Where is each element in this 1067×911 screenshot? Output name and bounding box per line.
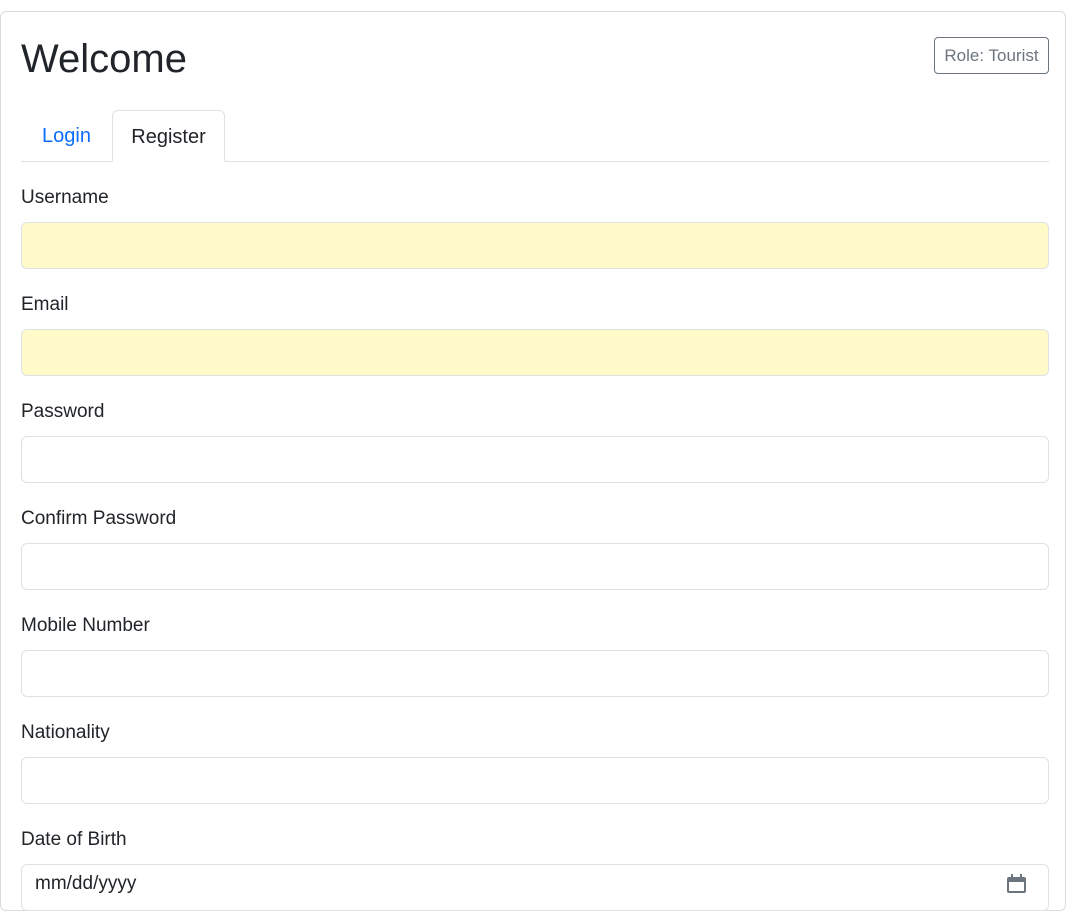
tab-login[interactable]: Login xyxy=(21,110,112,162)
email-input[interactable] xyxy=(21,329,1049,376)
confirm-password-label: Confirm Password xyxy=(21,508,177,529)
username-input[interactable] xyxy=(21,222,1049,269)
auth-tabs: Login Register xyxy=(21,110,1049,162)
page-title: Welcome xyxy=(21,37,187,81)
date-of-birth-input[interactable] xyxy=(21,864,1049,911)
password-input[interactable] xyxy=(21,436,1049,483)
username-label: Username xyxy=(21,187,109,208)
password-label: Password xyxy=(21,401,105,422)
date-of-birth-label: Date of Birth xyxy=(21,829,127,850)
email-label: Email xyxy=(21,294,69,315)
nationality-input[interactable] xyxy=(21,757,1049,804)
date-of-birth-placeholder: mm/dd/yyyy xyxy=(35,873,137,894)
mobile-number-input[interactable] xyxy=(21,650,1049,697)
confirm-password-input[interactable] xyxy=(21,543,1049,590)
calendar-icon[interactable] xyxy=(1006,874,1027,894)
mobile-number-label: Mobile Number xyxy=(21,615,150,636)
tab-register[interactable]: Register xyxy=(112,110,225,162)
nationality-label: Nationality xyxy=(21,722,110,743)
role-badge: Role: Tourist xyxy=(934,37,1049,74)
